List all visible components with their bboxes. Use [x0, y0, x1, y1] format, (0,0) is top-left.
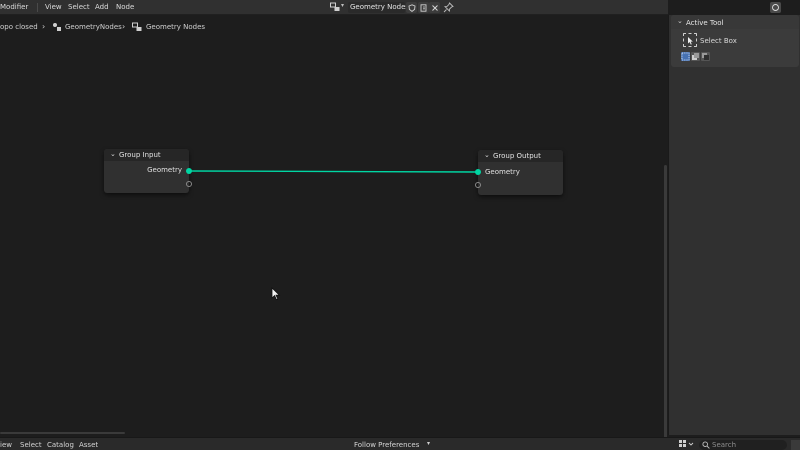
- geometry-output-socket[interactable]: [186, 168, 192, 174]
- asset-search-field[interactable]: [699, 440, 787, 450]
- node-title: Group Input: [119, 151, 161, 159]
- chevron-down-icon[interactable]: ⌄: [484, 151, 490, 159]
- socket-label-geometry: Geometry: [147, 166, 182, 174]
- empty-input-socket[interactable]: [475, 182, 481, 188]
- mode-extend-button[interactable]: [691, 52, 700, 61]
- chevron-down-icon[interactable]: ⌄: [110, 150, 116, 158]
- active-tool-label: Select Box: [700, 37, 737, 45]
- display-mode-icon[interactable]: [678, 439, 694, 449]
- group-output-node[interactable]: ⌄ Group Output Geometry: [478, 150, 563, 195]
- asset-shelf-header: iew Select Catalog Asset Follow Preferen…: [0, 437, 800, 450]
- node-header[interactable]: ⌄ Group Input: [104, 149, 189, 161]
- panel-title: Active Tool: [686, 19, 724, 27]
- sidebar-region: ⌄ Active Tool Select Box: [668, 15, 800, 435]
- mouse-cursor-icon: [271, 287, 281, 301]
- library-dropdown[interactable]: Follow Preferences: [354, 441, 419, 449]
- chevron-down-icon[interactable]: ⌄: [677, 17, 683, 25]
- search-icon: [702, 441, 710, 449]
- mode-set-button[interactable]: [681, 52, 690, 61]
- menu-select[interactable]: Select: [20, 441, 42, 449]
- search-input[interactable]: [712, 440, 784, 450]
- close-shelf-button[interactable]: [791, 440, 800, 450]
- active-tool-panel: ⌄ Active Tool Select Box: [671, 15, 799, 67]
- select-box-icon: [688, 37, 693, 45]
- panel-header[interactable]: ⌄ Active Tool: [671, 15, 799, 29]
- menu-catalog[interactable]: Catalog: [47, 441, 74, 449]
- chevron-down-icon[interactable]: ▾: [427, 440, 430, 447]
- empty-output-socket[interactable]: [186, 181, 192, 187]
- mode-subtract-button[interactable]: [701, 52, 710, 61]
- socket-label-geometry: Geometry: [485, 168, 520, 176]
- select-box-tool-button[interactable]: [683, 33, 697, 47]
- geometry-input-socket[interactable]: [475, 169, 481, 175]
- select-set-icon: [681, 52, 690, 61]
- select-subtract-icon: [702, 53, 709, 60]
- select-extend-icon: [692, 53, 699, 60]
- menu-asset[interactable]: Asset: [79, 441, 98, 449]
- menu-view[interactable]: iew: [0, 441, 12, 449]
- node-title: Group Output: [493, 152, 541, 160]
- node-header[interactable]: ⌄ Group Output: [478, 150, 563, 162]
- group-input-node[interactable]: ⌄ Group Input Geometry: [104, 149, 189, 193]
